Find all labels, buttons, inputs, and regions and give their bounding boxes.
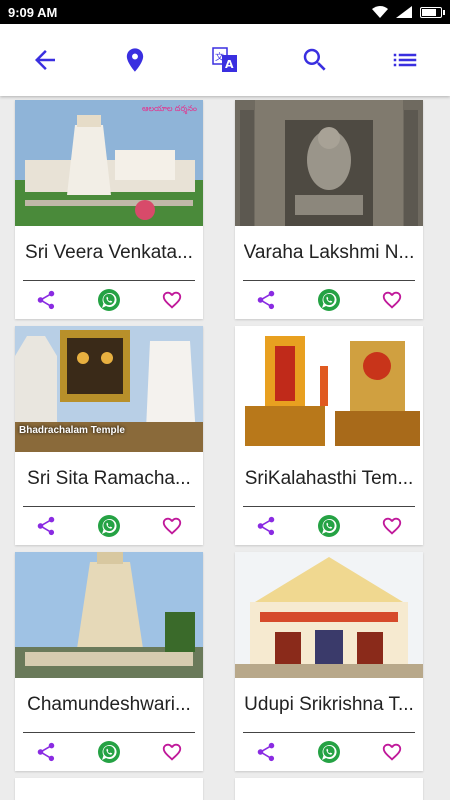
card-actions	[15, 507, 203, 545]
location-button[interactable]	[113, 38, 157, 82]
temple-grid: ఆలయాల దర్శనం Sri Veera Venkata... Varaha…	[0, 96, 450, 800]
heart-icon	[382, 291, 401, 309]
share-icon	[258, 290, 275, 310]
whatsapp-icon	[317, 741, 340, 763]
battery-icon	[420, 6, 445, 18]
temple-title: Sri Sita Ramacha...	[27, 468, 191, 489]
image-caption: Bhadrachalam Temple	[19, 425, 125, 436]
svg-text:A: A	[225, 58, 234, 71]
whatsapp-icon	[97, 289, 120, 311]
favorite-button[interactable]	[158, 286, 186, 314]
temple-image	[15, 552, 203, 678]
whatsapp-button[interactable]	[95, 738, 123, 766]
share-icon	[258, 742, 275, 762]
card-actions	[235, 733, 423, 771]
share-button[interactable]	[252, 286, 280, 314]
whatsapp-icon	[97, 515, 120, 537]
temple-card[interactable]: Udupi Srikrishna T...	[235, 552, 423, 771]
search-icon	[303, 48, 326, 71]
share-button[interactable]	[252, 512, 280, 540]
list-view-button[interactable]	[383, 38, 427, 82]
temple-image	[235, 552, 423, 678]
back-button[interactable]	[23, 38, 67, 82]
temple-title: Sri Veera Venkata...	[25, 242, 193, 263]
search-button[interactable]	[293, 38, 337, 82]
status-icons	[372, 6, 445, 18]
heart-icon	[162, 291, 181, 309]
share-icon	[38, 516, 55, 536]
image-overlay-text: ఆలయాల దర్శనం	[141, 104, 197, 113]
whatsapp-icon	[317, 289, 340, 311]
signal-icon	[396, 6, 412, 18]
temple-title: Varaha Lakshmi N...	[243, 242, 415, 263]
whatsapp-button[interactable]	[315, 286, 343, 314]
favorite-button[interactable]	[378, 512, 406, 540]
list-icon	[393, 53, 417, 67]
temple-card-partial[interactable]	[15, 778, 203, 800]
share-icon	[38, 290, 55, 310]
share-button[interactable]	[252, 738, 280, 766]
share-button[interactable]	[32, 286, 60, 314]
temple-card[interactable]: Bhadrachalam Temple Sri Sita Ramacha...	[15, 326, 203, 545]
card-actions	[235, 507, 423, 545]
share-icon	[258, 516, 275, 536]
card-actions	[15, 733, 203, 771]
temple-card[interactable]: SriKalahasthi Tem...	[235, 326, 423, 545]
temple-title: SriKalahasthi Tem...	[244, 468, 414, 489]
heart-icon	[162, 743, 181, 761]
temple-card-partial[interactable]	[235, 778, 423, 800]
whatsapp-icon	[317, 515, 340, 537]
temple-image	[235, 100, 423, 226]
heart-icon	[382, 743, 401, 761]
whatsapp-icon	[97, 741, 120, 763]
back-arrow-icon	[35, 50, 55, 70]
wifi-icon	[372, 6, 388, 18]
translate-button[interactable]: 文 A	[203, 38, 247, 82]
whatsapp-button[interactable]	[95, 286, 123, 314]
temple-card[interactable]: Varaha Lakshmi N...	[235, 100, 423, 319]
status-time: 9:09 AM	[8, 4, 58, 20]
temple-image	[235, 326, 423, 452]
favorite-button[interactable]	[158, 512, 186, 540]
whatsapp-button[interactable]	[315, 512, 343, 540]
temple-card[interactable]: ఆలయాల దర్శనం Sri Veera Venkata...	[15, 100, 203, 319]
share-icon	[38, 742, 55, 762]
whatsapp-button[interactable]	[315, 738, 343, 766]
favorite-button[interactable]	[378, 738, 406, 766]
heart-icon	[162, 517, 181, 535]
temple-card[interactable]: Chamundeshwari...	[15, 552, 203, 771]
temple-title: Udupi Srikrishna T...	[244, 694, 414, 715]
heart-icon	[382, 517, 401, 535]
share-button[interactable]	[32, 738, 60, 766]
temple-image: Bhadrachalam Temple	[15, 326, 203, 452]
whatsapp-button[interactable]	[95, 512, 123, 540]
favorite-button[interactable]	[378, 286, 406, 314]
top-toolbar: 文 A	[0, 24, 450, 96]
card-actions	[235, 281, 423, 319]
share-button[interactable]	[32, 512, 60, 540]
location-pin-icon	[126, 48, 144, 72]
temple-image: ఆలయాల దర్శనం	[15, 100, 203, 226]
card-actions	[15, 281, 203, 319]
temple-title: Chamundeshwari...	[27, 694, 191, 715]
favorite-button[interactable]	[158, 738, 186, 766]
status-bar: 9:09 AM	[0, 0, 450, 24]
translate-icon: 文 A	[212, 47, 237, 72]
svg-text:文: 文	[215, 51, 224, 63]
